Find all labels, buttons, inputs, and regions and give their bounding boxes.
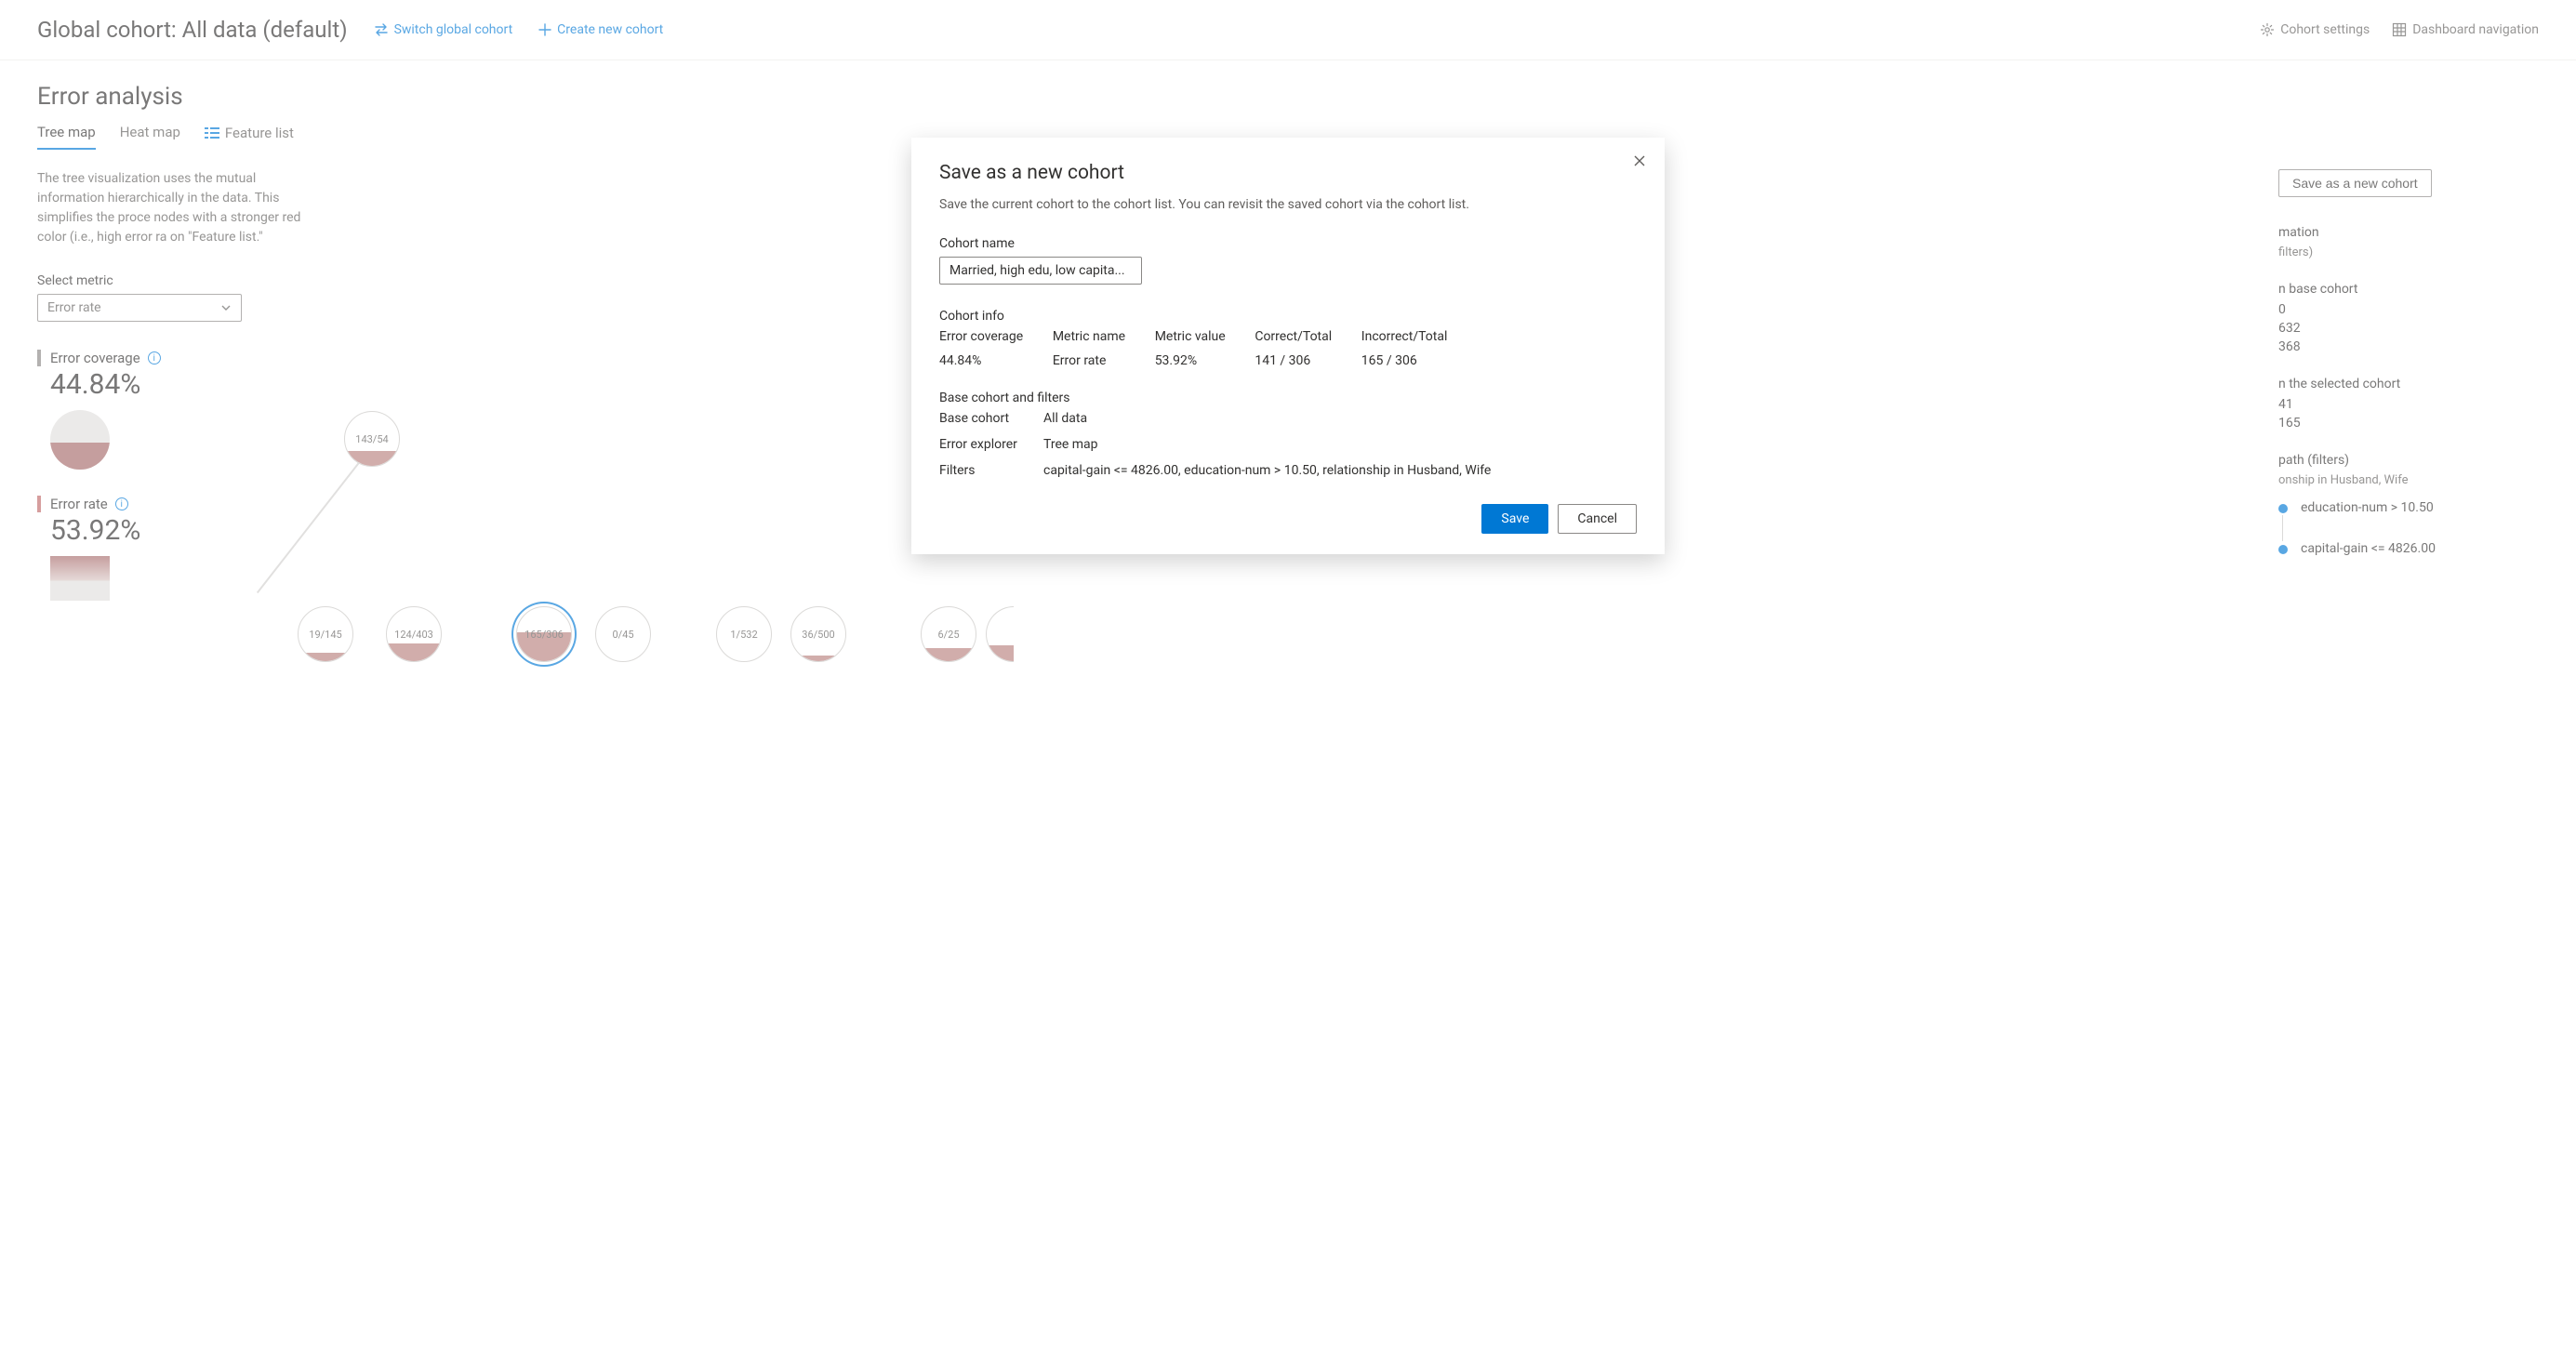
cohort-info-label: Cohort info (939, 309, 1637, 324)
kv-base-cohort-key: Base cohort (939, 411, 1043, 426)
kv-filters-key: Filters (939, 463, 1043, 478)
kv-base-cohort-val: All data (1043, 411, 1637, 426)
base-cohort-filters-table: Base cohort All data Error explorer Tree… (939, 411, 1637, 478)
save-cohort-modal: Save as a new cohort Save the current co… (911, 138, 1665, 554)
modal-footer: Save Cancel (939, 504, 1637, 534)
col-correct-total: Correct/Total (1255, 329, 1344, 344)
val-metric-name: Error rate (1053, 353, 1138, 368)
col-metric-name: Metric name (1053, 329, 1138, 344)
val-error-coverage: 44.84% (939, 353, 1036, 368)
val-metric-value: 53.92% (1155, 353, 1239, 368)
cohort-name-input[interactable] (939, 257, 1142, 285)
cancel-button[interactable]: Cancel (1558, 504, 1637, 534)
cohort-info-table: Error coverage Metric name Metric value … (939, 329, 1460, 368)
close-button[interactable] (1633, 154, 1646, 172)
modal-title: Save as a new cohort (939, 162, 1637, 184)
val-correct-total: 141 / 306 (1255, 353, 1344, 368)
save-button[interactable]: Save (1481, 504, 1548, 534)
col-incorrect-total: Incorrect/Total (1361, 329, 1460, 344)
kv-error-explorer-key: Error explorer (939, 437, 1043, 452)
close-icon (1633, 154, 1646, 167)
col-metric-value: Metric value (1155, 329, 1239, 344)
base-cohort-filters-label: Base cohort and filters (939, 391, 1637, 405)
kv-filters-val: capital-gain <= 4826.00, education-num >… (1043, 463, 1637, 478)
col-error-coverage: Error coverage (939, 329, 1036, 344)
cohort-name-label: Cohort name (939, 236, 1637, 251)
kv-error-explorer-val: Tree map (1043, 437, 1637, 452)
val-incorrect-total: 165 / 306 (1361, 353, 1460, 368)
modal-description: Save the current cohort to the cohort li… (939, 197, 1637, 212)
